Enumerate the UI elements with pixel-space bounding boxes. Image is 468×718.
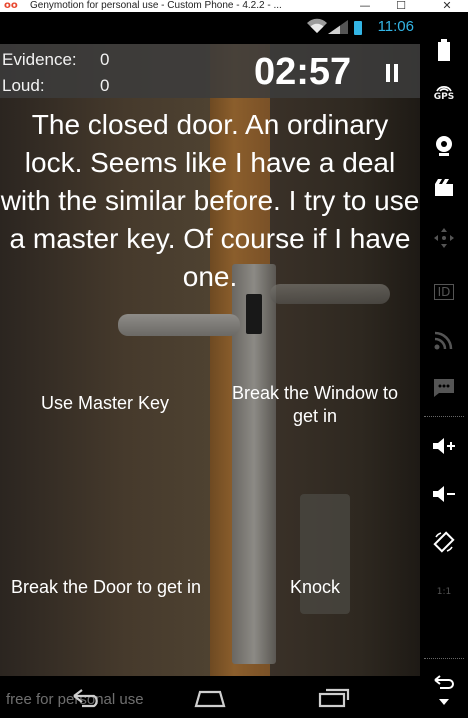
id-icon[interactable]: ID	[420, 274, 468, 310]
keyhole	[246, 294, 262, 334]
evidence-value: 0	[100, 50, 110, 69]
genymotion-toolbar: GPS ID 1:1	[420, 12, 468, 718]
menu-icon[interactable]	[420, 690, 468, 714]
loud-value: 0	[100, 76, 110, 95]
nav-home-icon[interactable]	[190, 684, 230, 710]
network-icon[interactable]	[420, 322, 468, 358]
choice-break-window[interactable]: Break the Window to get in	[220, 382, 410, 428]
status-clock: 11:06	[377, 18, 414, 35]
game-hud: Evidence: 0 Loud: 0 02:57	[0, 44, 420, 98]
id-label: ID	[433, 284, 455, 300]
choice-use-master-key[interactable]: Use Master Key	[20, 392, 190, 415]
device-screen: 11:06 Evidence: 0 Loud: 0 02:57 The clos…	[0, 12, 420, 718]
toolbar-divider	[424, 658, 464, 659]
volume-up-icon[interactable]	[420, 428, 468, 464]
choice-break-door[interactable]: Break the Door to get in	[0, 576, 212, 599]
story-text: The closed door. An ordinary lock. Seems…	[0, 109, 420, 292]
scale-label: 1:1	[436, 587, 452, 597]
sms-icon[interactable]	[420, 370, 468, 406]
door-handle	[118, 314, 240, 336]
screencast-icon[interactable]	[420, 170, 468, 206]
battery-status-icon	[354, 21, 362, 35]
evidence-label: Evidence:	[2, 50, 77, 69]
gps-label: GPS	[433, 92, 455, 102]
watermark-text: free for personal use	[6, 691, 144, 708]
volume-down-icon[interactable]	[420, 476, 468, 512]
genymotion-logo: oo	[4, 0, 18, 11]
gps-icon[interactable]: GPS	[420, 74, 468, 110]
pause-icon[interactable]	[384, 64, 400, 82]
toolbar-divider	[424, 416, 464, 417]
countdown-timer: 02:57	[254, 51, 352, 93]
window-titlebar: oo Genymotion for personal use - Custom …	[0, 0, 468, 12]
loud-label: Loud:	[2, 76, 45, 95]
minimize-button[interactable]: —	[350, 0, 380, 12]
nav-recents-icon[interactable]	[314, 684, 354, 710]
rotate-icon[interactable]	[420, 524, 468, 560]
dpad-icon[interactable]	[420, 220, 468, 256]
wifi-icon	[307, 18, 327, 33]
close-button[interactable]: ✕	[432, 0, 462, 12]
window-title: Genymotion for personal use - Custom Pho…	[30, 0, 282, 11]
maximize-button[interactable]: ☐	[386, 0, 416, 12]
webcam-icon[interactable]	[420, 128, 468, 164]
signal-icon	[328, 20, 348, 34]
battery-icon[interactable]	[420, 32, 468, 68]
android-status-bar: 11:06	[0, 12, 420, 44]
game-scene: Evidence: 0 Loud: 0 02:57 The closed doo…	[0, 44, 420, 676]
choice-knock[interactable]: Knock	[230, 576, 400, 599]
scale-icon[interactable]: 1:1	[420, 574, 468, 610]
